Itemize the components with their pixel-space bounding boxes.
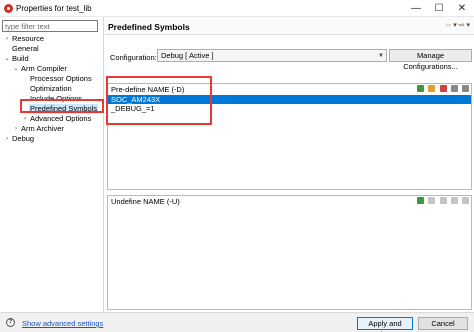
tree-item-advanced-options[interactable]: › Advanced Options xyxy=(0,114,104,124)
move-up-icon[interactable] xyxy=(450,197,458,205)
tree-highlight-annotation xyxy=(20,99,104,113)
page-navigation: ⇦ ▾ ⇨ ▾ xyxy=(445,21,470,29)
property-tree: › Resource General ⌄ Build ⌄ Arm Compile… xyxy=(0,34,104,144)
tree-item-label: Optimization xyxy=(30,84,72,93)
undefine-toolbar xyxy=(415,196,469,206)
move-down-icon[interactable] xyxy=(462,85,469,93)
edit-icon[interactable] xyxy=(428,197,436,205)
tree-item-label: Arm Archiver xyxy=(21,124,64,133)
page-title: Predefined Symbols xyxy=(108,22,190,32)
tree-item-debug[interactable]: › Debug xyxy=(0,134,104,144)
manage-configurations-button[interactable]: Manage Configurations... xyxy=(389,49,472,71)
tree-item-label: General xyxy=(12,44,39,53)
list-highlight-annotation xyxy=(106,76,212,125)
tree-item-label: Advanced Options xyxy=(30,114,92,123)
properties-page: Predefined Symbols ⇦ ▾ ⇨ ▾ Configuration… xyxy=(105,17,474,312)
move-up-icon[interactable] xyxy=(450,85,458,93)
show-advanced-settings-link[interactable]: Show advanced settings xyxy=(22,319,103,328)
cancel-button[interactable]: Cancel xyxy=(418,317,468,330)
undefine-title: Undefine NAME (-U) xyxy=(111,197,180,206)
chevron-down-icon[interactable]: ▾ xyxy=(453,22,457,29)
apply-and-close-button[interactable]: Apply and Close xyxy=(357,317,413,332)
tree-item-build[interactable]: ⌄ Build xyxy=(0,54,104,64)
tree-item-arm-archiver[interactable]: › Arm Archiver xyxy=(0,124,104,134)
tree-item-arm-compiler[interactable]: ⌄ Arm Compiler xyxy=(0,64,104,74)
move-down-icon[interactable] xyxy=(462,197,469,205)
delete-icon[interactable] xyxy=(439,197,447,205)
dropdown-arrow-icon[interactable]: ▼ xyxy=(378,50,384,62)
left-navigation-pane: › Resource General ⌄ Build ⌄ Arm Compile… xyxy=(0,17,104,312)
configuration-label: Configuration: xyxy=(110,53,157,62)
tree-item-processor-options[interactable]: Processor Options xyxy=(0,74,104,84)
chevron-right-icon[interactable]: › xyxy=(12,124,20,134)
forward-arrow-icon[interactable]: ⇨ xyxy=(459,22,465,29)
add-icon[interactable] xyxy=(417,197,425,205)
close-button[interactable]: ✕ xyxy=(451,1,473,16)
undefine-list-panel: Undefine NAME (-U) xyxy=(107,195,472,310)
chevron-down-icon[interactable]: ⌄ xyxy=(3,54,11,64)
menu-chevron-icon[interactable]: ▾ xyxy=(466,22,470,29)
tree-item-label: Processor Options xyxy=(30,74,92,83)
minimize-button[interactable]: — xyxy=(405,1,427,16)
tree-item-label: Build xyxy=(12,54,29,63)
add-icon[interactable] xyxy=(417,85,425,93)
tree-item-label: Resource xyxy=(12,34,45,43)
app-icon xyxy=(4,4,13,13)
filter-input[interactable] xyxy=(2,20,98,32)
delete-icon[interactable] xyxy=(439,85,447,93)
help-icon[interactable]: ? xyxy=(6,318,15,327)
chevron-right-icon[interactable]: › xyxy=(3,134,11,144)
chevron-right-icon[interactable]: › xyxy=(21,114,29,124)
tree-item-general[interactable]: General xyxy=(0,44,104,54)
predefine-toolbar xyxy=(415,84,469,94)
tree-item-label: Arm Compiler xyxy=(21,64,67,73)
maximize-button[interactable]: ☐ xyxy=(428,1,450,16)
title-bar: Properties for test_lib — ☐ ✕ xyxy=(0,0,474,17)
chevron-down-icon[interactable]: ⌄ xyxy=(12,64,20,74)
tree-item-label: Debug xyxy=(12,134,35,143)
edit-icon[interactable] xyxy=(428,85,436,93)
tree-item-resource[interactable]: › Resource xyxy=(0,34,104,44)
configuration-select[interactable]: Debug [ Active ] ▼ xyxy=(157,49,387,62)
dialog-footer: ? Show advanced settings Apply and Close… xyxy=(0,312,474,332)
configuration-value: Debug [ Active ] xyxy=(161,51,214,60)
chevron-right-icon[interactable]: › xyxy=(3,34,11,44)
window-title: Properties for test_lib xyxy=(16,4,92,13)
back-arrow-icon[interactable]: ⇦ xyxy=(445,22,451,29)
tree-item-optimization[interactable]: Optimization xyxy=(0,84,104,94)
page-header: Predefined Symbols ⇦ ▾ ⇨ ▾ xyxy=(105,17,474,35)
undefine-panel-header: Undefine NAME (-U) xyxy=(108,196,471,207)
